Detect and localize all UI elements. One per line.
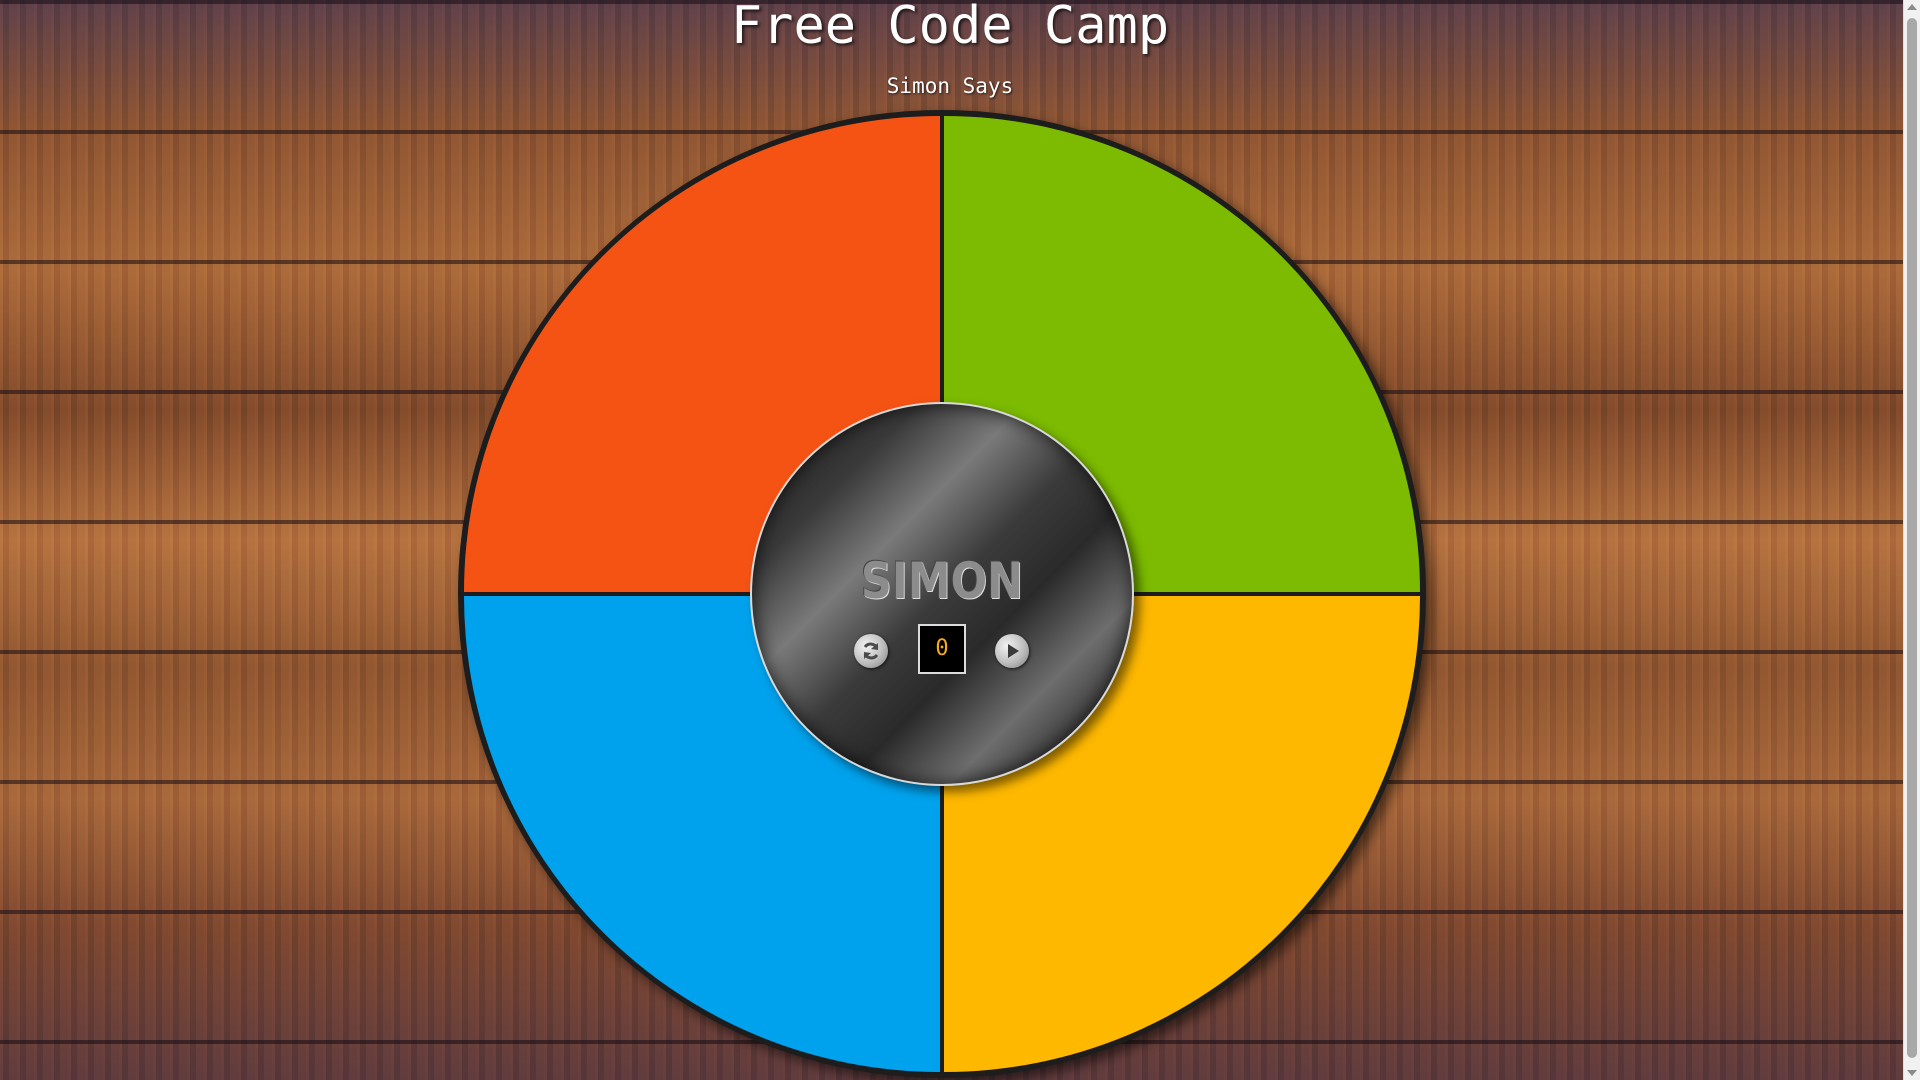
- scroll-down-arrow-icon[interactable]: [1907, 1070, 1917, 1076]
- vertical-scrollbar[interactable]: [1903, 0, 1920, 1080]
- scroll-thumb[interactable]: [1907, 18, 1917, 1058]
- control-panel: 0: [752, 624, 1132, 676]
- refresh-icon: [860, 640, 882, 662]
- center-hub: SIMON 0: [750, 402, 1134, 786]
- restart-button[interactable]: [854, 634, 888, 668]
- play-icon: [1001, 640, 1023, 662]
- step-counter: 0: [918, 624, 966, 674]
- page-title: Free Code Camp: [730, 0, 1170, 56]
- scroll-up-arrow-icon[interactable]: [1907, 4, 1917, 10]
- page-subtitle: Simon Says: [886, 74, 1014, 98]
- simon-brand-label: SIMON: [860, 552, 1024, 610]
- simon-board: SIMON 0: [458, 110, 1426, 1078]
- start-button[interactable]: [995, 634, 1029, 668]
